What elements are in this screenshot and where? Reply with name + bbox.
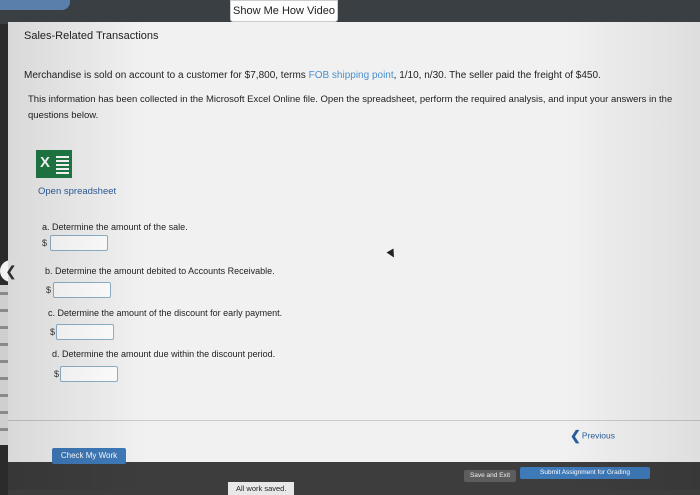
page-title: Sales-Related Transactions <box>24 30 159 42</box>
open-spreadsheet-link[interactable]: Open spreadsheet <box>38 186 116 197</box>
question-c-input[interactable] <box>56 324 114 340</box>
question-a-currency: $ <box>42 238 48 248</box>
problem-text-start: Merchandise is sold on account to a cust… <box>24 70 309 81</box>
instructions-text: This information has been collected in t… <box>28 94 673 121</box>
question-a-label: a. Determine the amount of the sale. <box>42 222 188 232</box>
question-b-currency: $ <box>46 285 52 295</box>
question-b-input[interactable] <box>53 282 111 298</box>
excel-icon[interactable]: X <box>36 150 72 178</box>
save-and-exit-button[interactable]: Save and Exit <box>464 470 516 482</box>
save-status: All work saved. <box>228 482 295 495</box>
submit-assignment-button[interactable]: Submit Assignment for Grading <box>520 467 650 479</box>
excel-x-glyph: X <box>40 154 51 171</box>
question-b-label: b. Determine the amount debited to Accou… <box>45 266 275 276</box>
app-logo <box>0 0 70 10</box>
question-d-currency: $ <box>54 369 60 379</box>
excel-grid-glyph <box>56 154 69 174</box>
problem-text-end: , 1/10, n/30. The seller paid the freigh… <box>393 70 601 81</box>
question-a-input[interactable] <box>50 235 108 251</box>
chevron-left-icon[interactable]: ❮ <box>0 260 22 282</box>
question-c-currency: $ <box>50 327 56 337</box>
top-bar <box>0 0 700 24</box>
divider <box>8 420 700 421</box>
previous-button[interactable]: ❮Previous <box>570 428 615 444</box>
show-me-how-video-button[interactable]: Show Me How Video <box>230 0 338 22</box>
question-c-label: c. Determine the amount of the discount … <box>48 308 283 318</box>
question-d-input[interactable] <box>60 366 118 382</box>
question-d-label: d. Determine the amount due within the d… <box>52 349 276 359</box>
previous-label: Previous <box>581 430 615 441</box>
terms-highlight[interactable]: FOB shipping point <box>309 70 394 81</box>
check-my-work-button[interactable]: Check My Work <box>52 448 126 464</box>
problem-statement: Merchandise is sold on account to a cust… <box>24 70 601 81</box>
previous-chevron-icon: ❮ <box>570 428 581 443</box>
left-edge-strip <box>0 285 8 445</box>
